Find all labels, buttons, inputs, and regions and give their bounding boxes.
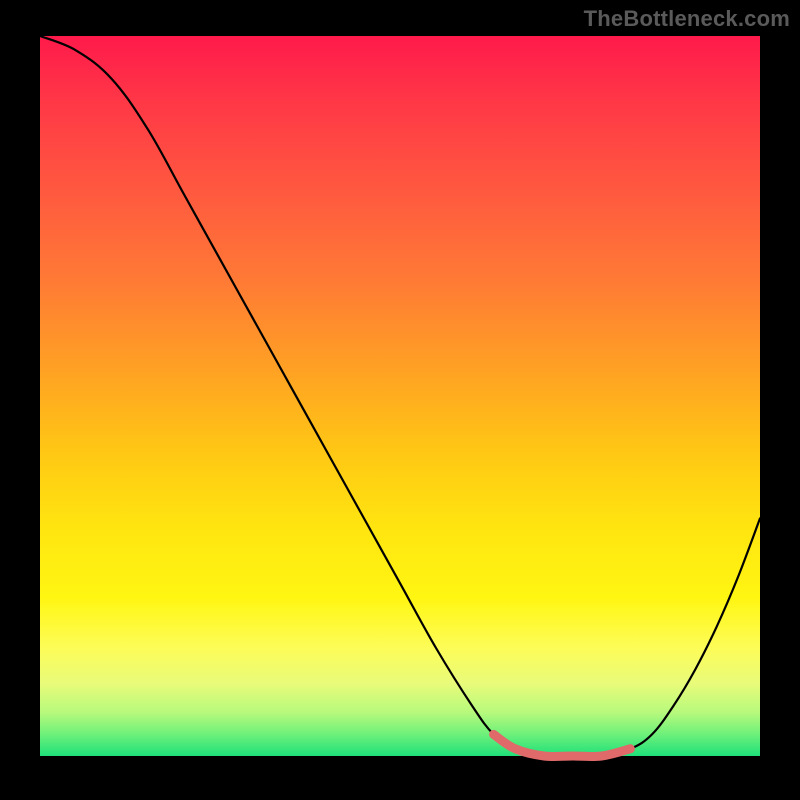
bottleneck-curve	[40, 36, 760, 757]
plot-area	[40, 36, 760, 756]
optimal-band	[494, 734, 631, 756]
watermark-text: TheBottleneck.com	[584, 6, 790, 32]
chart-frame: TheBottleneck.com	[0, 0, 800, 800]
chart-svg	[40, 36, 760, 756]
